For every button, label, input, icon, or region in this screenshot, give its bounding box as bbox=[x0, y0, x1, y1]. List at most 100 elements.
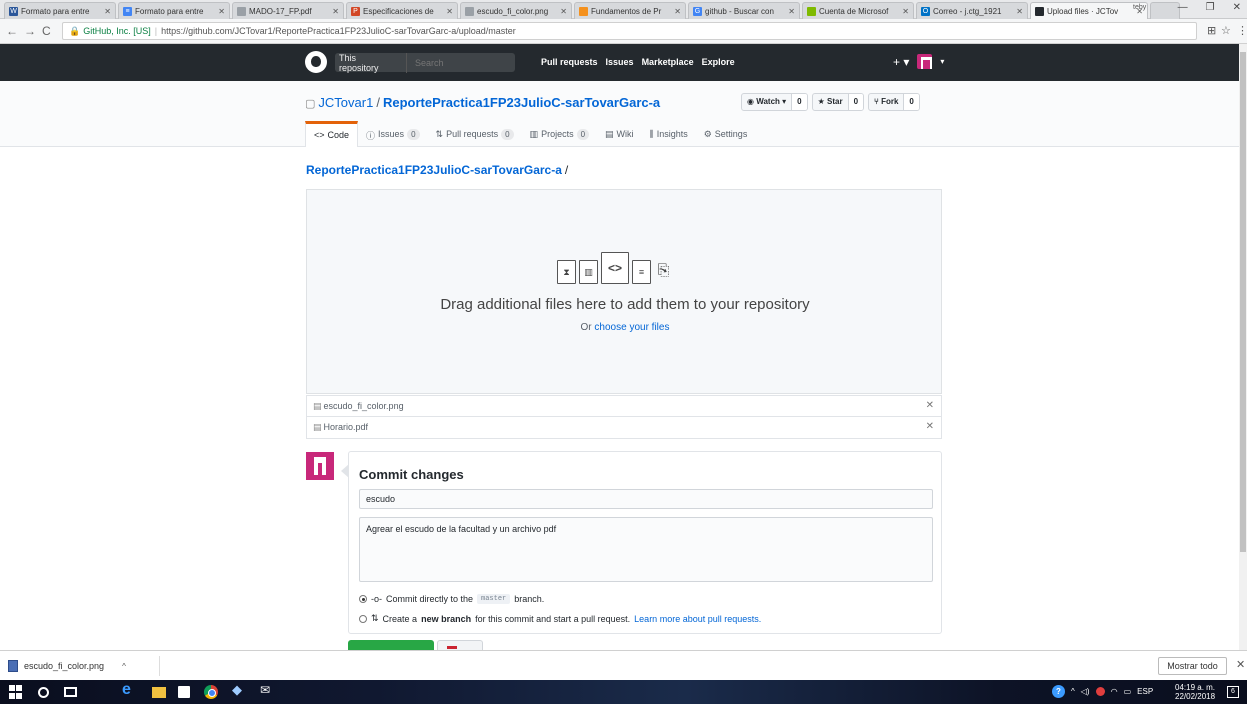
chevron-up-icon[interactable]: ^ bbox=[122, 662, 126, 671]
browser-tab[interactable]: Ggithub - Buscar con ✕ bbox=[688, 2, 800, 19]
browser-tab[interactable]: ≡ Formato para entre ✕ bbox=[118, 2, 230, 19]
antivirus-icon[interactable] bbox=[1095, 687, 1105, 696]
fork-icon: ⑂ bbox=[874, 97, 882, 106]
tab-close-icon[interactable]: ✕ bbox=[788, 7, 795, 16]
tab-favicon-icon: W bbox=[9, 6, 18, 16]
scrollbar-thumb[interactable] bbox=[1240, 52, 1246, 552]
fork-count[interactable]: 0 bbox=[904, 94, 919, 110]
commit-changes-button[interactable] bbox=[348, 640, 434, 650]
tab-code[interactable]: <> Code bbox=[305, 121, 359, 147]
nav-pull-requests[interactable]: Pull requests bbox=[541, 57, 598, 67]
browser-tab[interactable]: P Especificaciones de ✕ bbox=[346, 2, 458, 19]
language-indicator[interactable]: ESP bbox=[1137, 687, 1153, 696]
user-avatar[interactable] bbox=[917, 54, 933, 69]
task-view-icon[interactable] bbox=[64, 687, 77, 697]
remove-file-icon[interactable]: ✕ bbox=[926, 417, 934, 437]
mail-icon[interactable]: ✉ bbox=[260, 683, 274, 697]
tab-close-icon[interactable]: ✕ bbox=[674, 7, 681, 16]
breadcrumb: ReportePractica1FP23JulioC-sarTovarGarc-… bbox=[306, 163, 569, 177]
tab-pull-requests[interactable]: ⇅ Pull requests 0 bbox=[428, 121, 522, 147]
visual-studio-icon[interactable]: ◆ bbox=[232, 682, 246, 697]
radio-selected[interactable] bbox=[359, 595, 367, 603]
browser-tab[interactable]: MADO-17_FP.pdf ✕ bbox=[232, 2, 344, 19]
tab-close-icon[interactable]: ✕ bbox=[446, 7, 453, 16]
repo-owner-link[interactable]: JCTovar1 bbox=[318, 95, 373, 110]
tab-issues[interactable]: ⓘ Issues 0 bbox=[358, 121, 427, 147]
tab-close-icon[interactable]: ✕ bbox=[902, 7, 909, 16]
nav-explore[interactable]: Explore bbox=[702, 57, 735, 67]
github-logo-icon[interactable] bbox=[305, 51, 327, 73]
breadcrumb-repo-link[interactable]: ReportePractica1FP23JulioC-sarTovarGarc-… bbox=[306, 163, 562, 177]
code-icon: <> bbox=[314, 130, 325, 140]
system-tray: ? ^ ◁) ◠ ▭ ESP bbox=[1052, 685, 1153, 698]
back-icon[interactable]: ← bbox=[6, 24, 18, 38]
edge-icon[interactable]: e bbox=[122, 681, 136, 698]
avatar-chevron-down-icon[interactable]: ▾ bbox=[940, 57, 944, 66]
tab-projects[interactable]: ▥ Projects 0 bbox=[522, 121, 597, 147]
notification-icon[interactable]: 6 bbox=[1227, 686, 1239, 698]
tab-insights[interactable]: ⫼ Insights bbox=[642, 121, 696, 147]
help-icon[interactable]: ? bbox=[1052, 685, 1065, 698]
tab-close-icon[interactable]: ✕ bbox=[560, 7, 567, 16]
chevron-up-icon[interactable]: ^ bbox=[1071, 687, 1075, 696]
network-icon[interactable]: ◠ bbox=[1111, 687, 1118, 696]
clock[interactable]: 04:19 a. m. 22/02/2018 bbox=[1175, 683, 1215, 701]
download-bar: escudo_fi_color.png ^ Mostrar todo ✕ bbox=[0, 650, 1247, 680]
translate-icon[interactable]: ⊞ bbox=[1207, 24, 1216, 37]
close-window-icon[interactable]: ✕ bbox=[1233, 2, 1241, 13]
browser-tab[interactable]: O Correo - j.ctg_1921 ✕ bbox=[916, 2, 1028, 19]
forward-icon[interactable]: → bbox=[24, 24, 36, 38]
volume-icon[interactable]: ◁) bbox=[1081, 687, 1090, 696]
tab-close-icon[interactable]: ✕ bbox=[332, 7, 339, 16]
star-button[interactable]: ★ Star 0 bbox=[811, 93, 865, 111]
nav-marketplace[interactable]: Marketplace bbox=[642, 57, 694, 67]
cancel-button[interactable] bbox=[437, 640, 483, 650]
close-icon[interactable]: ✕ bbox=[1236, 658, 1245, 671]
browser-tab[interactable]: Upload files · JCTov ✕ bbox=[1030, 2, 1148, 19]
choose-files-link[interactable]: choose your files bbox=[594, 322, 669, 333]
commit-direct-option[interactable]: -o- Commit directly to the master branch… bbox=[359, 594, 544, 604]
nav-issues[interactable]: Issues bbox=[606, 57, 634, 67]
page-scrollbar[interactable] bbox=[1239, 44, 1247, 650]
windows-start-icon[interactable] bbox=[9, 685, 23, 699]
star-count[interactable]: 0 bbox=[848, 94, 864, 110]
new-tab-button[interactable] bbox=[1150, 2, 1180, 19]
watch-button[interactable]: ◉ Watch ▾ 0 bbox=[741, 93, 808, 111]
chrome-icon[interactable] bbox=[204, 685, 218, 699]
repo-name-link[interactable]: ReportePractica1FP23JulioC-sarTovarGarc-… bbox=[383, 95, 660, 110]
create-new-dropdown[interactable]: + ▾ bbox=[893, 55, 909, 69]
browser-tab[interactable]: W Formato para entre ✕ bbox=[4, 2, 116, 19]
search-icon[interactable] bbox=[38, 687, 49, 698]
minimize-icon[interactable]: — bbox=[1178, 2, 1188, 13]
radio-unselected[interactable] bbox=[359, 614, 367, 623]
fork-button[interactable]: ⑂ Fork 0 bbox=[868, 93, 920, 111]
tab-wiki[interactable]: ▤ Wiki bbox=[597, 121, 642, 147]
search-box[interactable]: This repository bbox=[335, 52, 515, 73]
browser-tab[interactable]: Fundamentos de Pr ✕ bbox=[574, 2, 686, 19]
store-icon[interactable] bbox=[178, 686, 190, 698]
search-input[interactable] bbox=[415, 57, 515, 68]
file-dropzone[interactable]: ⧗ ▥ <> ≡ ⎘ Drag additional files here to… bbox=[306, 189, 942, 394]
tab-close-icon[interactable]: ✕ bbox=[218, 7, 225, 16]
tab-close-icon[interactable]: ✕ bbox=[104, 7, 111, 16]
learn-more-link[interactable]: Learn more about pull requests. bbox=[634, 614, 761, 624]
address-bar-row: ← → C 🔒 GitHub, Inc. [US] | https://github.… bbox=[0, 19, 1247, 44]
browser-tab[interactable]: escudo_fi_color.png ✕ bbox=[460, 2, 572, 19]
file-explorer-icon[interactable] bbox=[152, 687, 166, 698]
commit-new-branch-option[interactable]: ⇅ Create a new branch for this commit an… bbox=[359, 613, 761, 624]
commit-description-input[interactable]: Agrear el escudo de la facultad y un arc… bbox=[359, 517, 933, 582]
commit-title-input[interactable] bbox=[359, 489, 933, 509]
reload-icon[interactable]: C bbox=[42, 24, 51, 38]
bookmark-star-icon[interactable]: ☆ bbox=[1221, 24, 1231, 37]
download-item[interactable]: escudo_fi_color.png ^ bbox=[8, 656, 160, 676]
watch-count[interactable]: 0 bbox=[792, 94, 807, 110]
tab-close-icon[interactable]: ✕ bbox=[1016, 7, 1023, 16]
tab-settings[interactable]: ⚙ Settings bbox=[696, 121, 756, 147]
omnibox[interactable]: 🔒 GitHub, Inc. [US] | https://github.com/JC… bbox=[62, 22, 1197, 40]
menu-icon[interactable]: ⋮ bbox=[1237, 24, 1247, 37]
keyboard-icon[interactable]: ▭ bbox=[1124, 687, 1132, 696]
browser-tab[interactable]: Cuenta de Microsof ✕ bbox=[802, 2, 914, 19]
restore-icon[interactable]: ❐ bbox=[1206, 2, 1215, 13]
show-all-button[interactable]: Mostrar todo bbox=[1158, 657, 1227, 675]
remove-file-icon[interactable]: ✕ bbox=[926, 396, 934, 416]
